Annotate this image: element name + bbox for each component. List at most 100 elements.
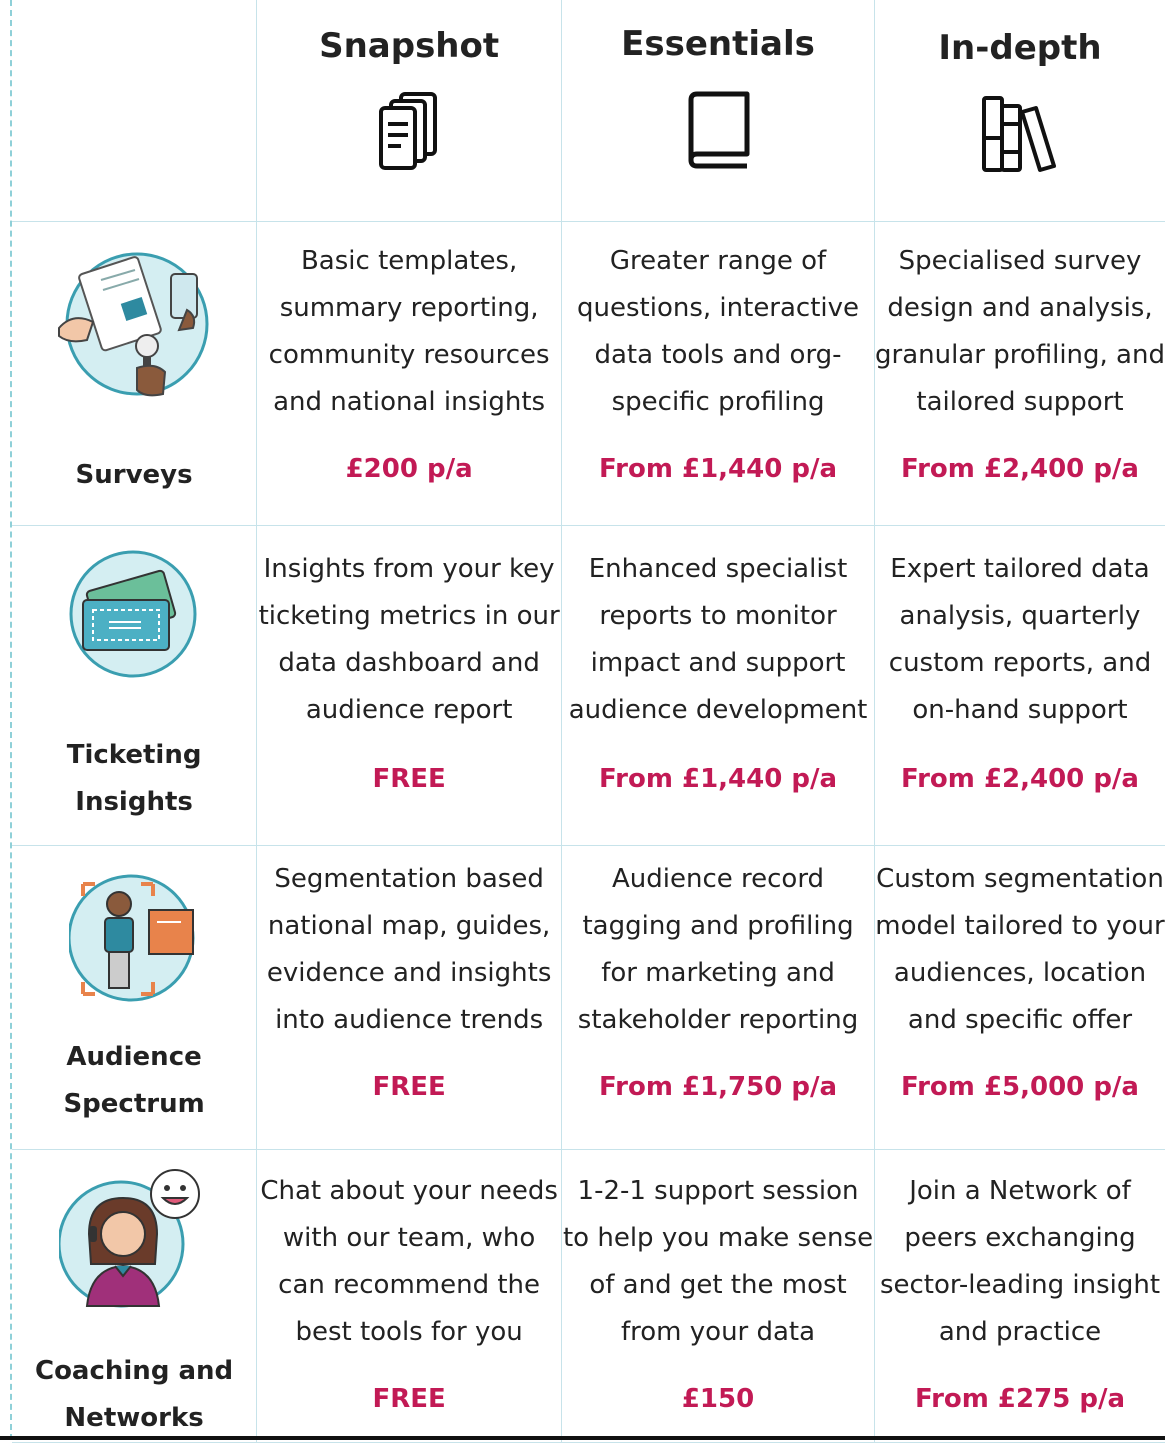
cell-description: Greater range of questions, interactive … [562, 222, 874, 426]
cell-coaching-snapshot: Chat about your needs with our team, who… [257, 1150, 562, 1443]
description-line: ticketing metrics in our [257, 593, 561, 640]
description-line: reports to monitor [562, 593, 874, 640]
cell-coaching-essentials: 1-2-1 support session to help you make s… [562, 1150, 875, 1443]
price-label: FREE [257, 764, 561, 794]
column-title: Essentials [562, 24, 874, 64]
column-header-in-depth: In-depth [875, 0, 1165, 222]
cell-audience-snapshot: Segmentation based national map, guides,… [257, 846, 562, 1150]
description-line: Custom segmentation [875, 856, 1165, 903]
cell-description: Join a Network of peers exchanging secto… [875, 1150, 1165, 1356]
column-title: Snapshot [257, 26, 561, 66]
cell-ticketing-essentials: Enhanced specialist reports to monitor i… [562, 526, 875, 846]
column-title: In-depth [875, 28, 1165, 68]
description-line: tailored support [875, 379, 1165, 426]
description-line: best tools for you [257, 1309, 561, 1356]
bottom-border-bar [0, 1436, 1165, 1440]
description-line: custom reports, and [875, 640, 1165, 687]
description-line: on-hand support [875, 687, 1165, 734]
price-label: From £5,000 p/a [875, 1072, 1165, 1102]
description-line: evidence and insights [257, 950, 561, 997]
description-line: Basic templates, [257, 238, 561, 285]
row-label-line: Insights [12, 779, 256, 826]
row-label-cell: Surveys [12, 222, 257, 526]
price-label: £150 [562, 1384, 874, 1414]
pricing-table: Snapshot Essentials [12, 0, 1165, 1443]
description-line: Specialised survey [875, 238, 1165, 285]
cell-surveys-in-depth: Specialised survey design and analysis, … [875, 222, 1165, 526]
person-profile-illustration-icon [12, 874, 256, 1004]
description-line: Chat about your needs [257, 1168, 561, 1215]
description-line: peers exchanging [875, 1215, 1165, 1262]
row-label-line: Ticketing [12, 732, 256, 779]
cell-description: Specialised survey design and analysis, … [875, 222, 1165, 426]
description-line: national map, guides, [257, 903, 561, 950]
cell-surveys-essentials: Greater range of questions, interactive … [562, 222, 875, 526]
price-label: From £2,400 p/a [875, 454, 1165, 484]
tickets-illustration-icon [12, 550, 256, 680]
description-line: Insights from your key [257, 546, 561, 593]
description-line: audience report [257, 687, 561, 734]
price-label: From £1,440 p/a [562, 764, 874, 794]
description-line: Audience record [562, 856, 874, 903]
description-line: of and get the most [562, 1262, 874, 1309]
description-line: Join a Network of [875, 1168, 1165, 1215]
description-line: for marketing and [562, 950, 874, 997]
row-label-line: Coaching and [12, 1348, 256, 1395]
description-line: and specific offer [875, 997, 1165, 1044]
price-label: £200 p/a [257, 454, 561, 484]
cell-description: Expert tailored data analysis, quarterly… [875, 526, 1165, 734]
service-row-surveys: Surveys Basic templates, summary reporti… [12, 222, 1165, 526]
row-label-cell: Ticketing Insights [12, 526, 257, 846]
cell-audience-essentials: Audience record tagging and profiling fo… [562, 846, 875, 1150]
headset-coach-illustration-icon [12, 1168, 256, 1308]
cell-description: Custom segmentation model tailored to yo… [875, 846, 1165, 1044]
description-line: community resources [257, 332, 561, 379]
column-header-snapshot: Snapshot [257, 0, 562, 222]
description-line: to help you make sense [562, 1215, 874, 1262]
description-line: analysis, quarterly [875, 593, 1165, 640]
description-line: stakeholder reporting [562, 997, 874, 1044]
row-label-line: Audience [12, 1034, 256, 1081]
cell-description: Audience record tagging and profiling fo… [562, 846, 874, 1044]
price-label: FREE [257, 1384, 561, 1414]
cell-ticketing-snapshot: Insights from your key ticketing metrics… [257, 526, 562, 846]
books-icon [875, 94, 1165, 174]
row-label-line: Surveys [12, 452, 256, 499]
cell-description: 1-2-1 support session to help you make s… [562, 1150, 874, 1356]
description-line: Expert tailored data [875, 546, 1165, 593]
description-line: impact and support [562, 640, 874, 687]
cell-description: Basic templates, summary reporting, comm… [257, 222, 561, 426]
column-header-essentials: Essentials [562, 0, 875, 222]
cell-audience-in-depth: Custom segmentation model tailored to yo… [875, 846, 1165, 1150]
description-line: from your data [562, 1309, 874, 1356]
description-line: Enhanced specialist [562, 546, 874, 593]
cell-description: Segmentation based national map, guides,… [257, 846, 561, 1044]
description-line: into audience trends [257, 997, 561, 1044]
description-line: data tools and org- [562, 332, 874, 379]
book-icon [562, 90, 874, 170]
row-label-cell: Coaching and Networks [12, 1150, 257, 1443]
description-line: with our team, who [257, 1215, 561, 1262]
cell-surveys-snapshot: Basic templates, summary reporting, comm… [257, 222, 562, 526]
cell-coaching-in-depth: Join a Network of peers exchanging secto… [875, 1150, 1165, 1443]
description-line: model tailored to your [875, 903, 1165, 950]
description-line: and practice [875, 1309, 1165, 1356]
description-line: audiences, location [875, 950, 1165, 997]
service-row-audience-spectrum: Audience Spectrum Segmentation based nat… [12, 846, 1165, 1150]
cell-description: Insights from your key ticketing metrics… [257, 526, 561, 734]
service-row-coaching-networks: Coaching and Networks Chat about your ne… [12, 1150, 1165, 1443]
price-label: FREE [257, 1072, 561, 1102]
cell-description: Chat about your needs with our team, who… [257, 1150, 561, 1356]
description-line: questions, interactive [562, 285, 874, 332]
description-line: specific profiling [562, 379, 874, 426]
description-line: 1-2-1 support session [562, 1168, 874, 1215]
documents-icon [257, 92, 561, 170]
header-empty-cell [12, 0, 257, 222]
description-line: Segmentation based [257, 856, 561, 903]
header-row: Snapshot Essentials [12, 0, 1165, 222]
description-line: data dashboard and [257, 640, 561, 687]
description-line: granular profiling, and [875, 332, 1165, 379]
price-label: From £1,440 p/a [562, 454, 874, 484]
description-line: tagging and profiling [562, 903, 874, 950]
description-line: can recommend the [257, 1262, 561, 1309]
